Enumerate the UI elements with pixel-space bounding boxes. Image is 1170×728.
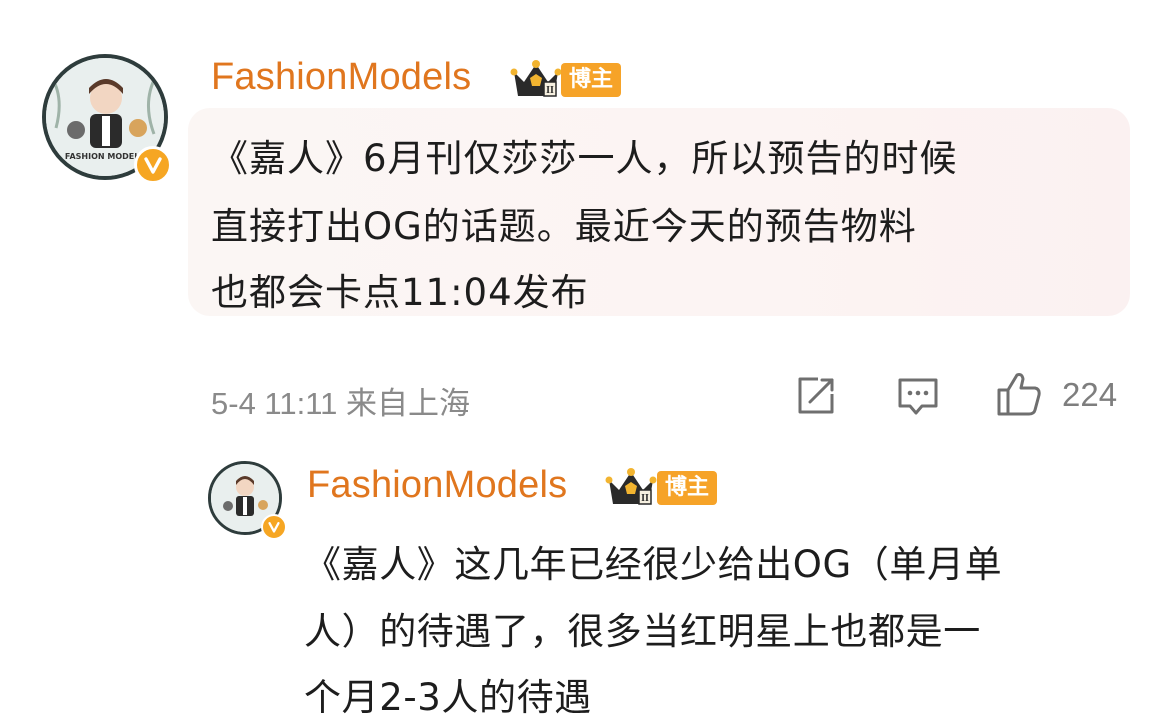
reply-content-line-1: 《嘉人》这几年已经很少给出OG（单月单 xyxy=(304,543,1003,586)
crown-icon: II xyxy=(605,466,657,512)
post-content-line-1: 《嘉人》6月刊仅莎莎一人，所以预告的时候 xyxy=(211,137,958,180)
post-username[interactable]: FashionModels xyxy=(211,56,471,99)
crown-icon: II xyxy=(510,58,562,104)
role-tag: 博主 xyxy=(561,63,621,97)
share-icon[interactable] xyxy=(794,374,838,422)
reply-content-line-2: 人）的待遇了，很多当红明星上也都是一 xyxy=(304,610,981,653)
avatar[interactable]: FASHION MODELS xyxy=(42,54,172,184)
like-count: 224 xyxy=(1062,376,1118,413)
verified-icon xyxy=(261,514,287,540)
post-content-line-3: 也都会卡点11:04发布 xyxy=(211,271,589,314)
svg-text:II: II xyxy=(641,493,649,504)
like-icon[interactable] xyxy=(995,370,1043,422)
comment-icon[interactable] xyxy=(896,374,940,422)
reply-content-line-3: 个月2-3人的待遇 xyxy=(304,676,592,719)
verified-icon xyxy=(134,146,172,184)
post-meta: 5-4 11:11 来自上海 xyxy=(211,386,471,421)
reply-avatar[interactable] xyxy=(208,461,287,540)
post-content-line-2: 直接打出OG的话题。最近今天的预告物料 xyxy=(211,205,917,248)
svg-text:II: II xyxy=(546,85,554,96)
reply-username[interactable]: FashionModels xyxy=(307,464,567,507)
role-tag: 博主 xyxy=(657,471,717,505)
